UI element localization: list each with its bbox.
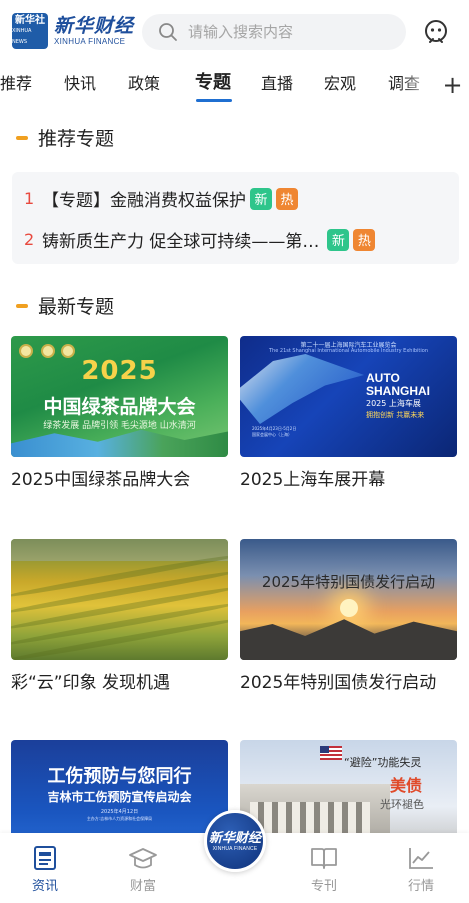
profile-icon[interactable]: [422, 18, 450, 46]
thumb-sun: [340, 599, 358, 617]
nav-label: 行情: [407, 879, 434, 894]
logo-badge-text: 新华社: [15, 14, 45, 26]
brand-line: SHANGHAI: [366, 384, 431, 398]
section-accent: [16, 135, 28, 140]
section-title-text: 推荐专题: [38, 128, 115, 150]
thumb-date: 2025年4月12日: [100, 809, 139, 815]
section-latest-title: 最新专题: [16, 292, 114, 319]
thumb-year: 2025: [81, 356, 158, 386]
thumb-name: 中国绿茶品牌大会: [43, 396, 196, 418]
thumb-caption: 2025年特别国债发行启动: [261, 573, 436, 591]
tab-live[interactable]: 直播: [261, 70, 293, 94]
us-flag-icon: [320, 746, 342, 760]
tab-recommend[interactable]: 推荐: [0, 70, 32, 94]
new-badge: 新: [327, 228, 350, 251]
thumb-brand: AUTO SHANGHAI: [366, 372, 430, 398]
new-badge: 新: [250, 187, 272, 210]
nav-journal[interactable]: 专刊: [294, 845, 354, 894]
topic-card[interactable]: 2025 中国绿茶品牌大会 绿茶发展 品牌引领 毛尖源地 山水清河 2025中国…: [11, 336, 228, 490]
thumb-mountains: [240, 619, 457, 660]
active-tab-indicator: [196, 99, 232, 102]
nav-news[interactable]: 资讯: [15, 845, 75, 894]
topic-title: 彩“云”印象 发现机遇: [11, 673, 171, 693]
line-chart-icon: [409, 848, 433, 869]
thumb-slogan: 拥抱创新 共赢未来: [366, 411, 425, 419]
app-logo[interactable]: 新华社 XINHUA NEWS 新华财经 XINHUA FINANCE: [12, 13, 134, 49]
topic-card[interactable]: 彩“云”印象 发现机遇: [11, 539, 228, 693]
thumb-host: 主办方:吉林市人力资源和社会保障局: [86, 816, 153, 821]
thumb-headline: “避险”功能失灵: [344, 756, 422, 769]
topic-card[interactable]: 第二十一届上海国际汽车工业展览会 The 21st Shanghai Inter…: [240, 336, 457, 490]
topic-thumbnail: 2025年特别国债发行启动: [240, 539, 457, 660]
tab-macro[interactable]: 宏观: [324, 70, 356, 94]
search-input[interactable]: [188, 23, 388, 41]
thumb-sub: 绿茶发展 品牌引领 毛尖源地 山水清河: [43, 421, 196, 431]
item-title: 【专题】金融消费权益保护: [42, 191, 246, 211]
app-header: 新华社 XINHUA NEWS 新华财经 XINHUA FINANCE: [0, 0, 469, 62]
nav-label: 资讯: [31, 879, 58, 894]
tab-policy[interactable]: 政策: [128, 70, 160, 94]
topic-thumbnail: 第二十一届上海国际汽车工业展览会 The 21st Shanghai Inter…: [240, 336, 457, 457]
topic-title: 2025中国绿茶品牌大会: [11, 470, 191, 490]
tab-special[interactable]: 专题: [195, 68, 231, 94]
center-logo-cn: 新华财经: [208, 830, 261, 846]
recommended-card: 1 【专题】金融消费权益保护 新 热 2 铸新质生产力 促全球可持续——第… 新…: [12, 172, 459, 264]
topic-thumbnail: 2025 中国绿茶品牌大会 绿茶发展 品牌引领 毛尖源地 山水清河: [11, 336, 228, 457]
topic-card[interactable]: 2025年特别国债发行启动 2025年特别国债发行启动: [240, 539, 457, 693]
item-index: 1: [24, 189, 35, 208]
recommended-item[interactable]: 1 【专题】金融消费权益保护 新 热: [24, 186, 298, 211]
thumb-info: 2025年4月23日-5月2日 国家会展中心（上海）: [252, 426, 297, 437]
logo-cn: 新华财经: [54, 15, 135, 37]
hot-badge: 热: [276, 187, 298, 210]
thumb-sky: [11, 539, 228, 561]
nav-label: 财富: [129, 879, 156, 894]
thumb-keyword: 美债: [390, 776, 423, 795]
nav-home-logo[interactable]: 新华财经 XINHUA FINANCE: [204, 810, 266, 872]
book-icon: [311, 848, 337, 869]
hot-badge: 热: [353, 228, 376, 251]
topic-title: 2025年特别国债发行启动: [240, 673, 437, 693]
thumb-subtitle: 吉林市工伤预防宣传启动会: [47, 790, 192, 804]
xinhua-badge: 新华社 XINHUA NEWS: [12, 13, 48, 49]
nav-wealth[interactable]: 财富: [113, 845, 173, 894]
section-title-text: 最新专题: [38, 296, 115, 318]
item-title: 铸新质生产力 促全球可持续——第…: [42, 232, 320, 252]
thumb-header-en: The 21st Shanghai International Automobi…: [269, 348, 428, 354]
item-index: 2: [24, 230, 35, 249]
thumb-subline: 光环褪色: [380, 798, 424, 811]
news-icon: [34, 846, 56, 870]
section-recommended-title: 推荐专题: [16, 124, 114, 151]
logo-badge-sub: XINHUA NEWS: [12, 27, 32, 45]
tab-fade: [400, 62, 436, 108]
thumb-year: 2025 上海车展: [366, 399, 421, 408]
search-bar[interactable]: [142, 14, 406, 50]
logo-en: XINHUA FINANCE: [54, 37, 126, 46]
nav-label: 专刊: [310, 879, 337, 894]
topic-title: 2025上海车展开幕: [240, 470, 386, 490]
add-tab-icon[interactable]: +: [436, 62, 469, 108]
tab-flash[interactable]: 快讯: [64, 70, 96, 94]
search-icon: [159, 23, 177, 41]
thumb-title: 工伤预防与您同行: [47, 766, 192, 787]
center-logo-en: XINHUA FINANCE: [212, 845, 258, 852]
section-accent: [16, 303, 28, 308]
topic-thumbnail: [11, 539, 228, 660]
nav-market[interactable]: 行情: [391, 845, 451, 894]
graduation-cap-icon: [129, 848, 157, 869]
thumb-wave: [240, 354, 364, 424]
category-tabs: 推荐 快讯 政策 专题 直播 宏观 调查 +: [0, 62, 469, 108]
logo-text: 新华财经 XINHUA FINANCE: [54, 15, 135, 47]
recommended-item[interactable]: 2 铸新质生产力 促全球可持续——第… 新 热: [24, 227, 376, 252]
